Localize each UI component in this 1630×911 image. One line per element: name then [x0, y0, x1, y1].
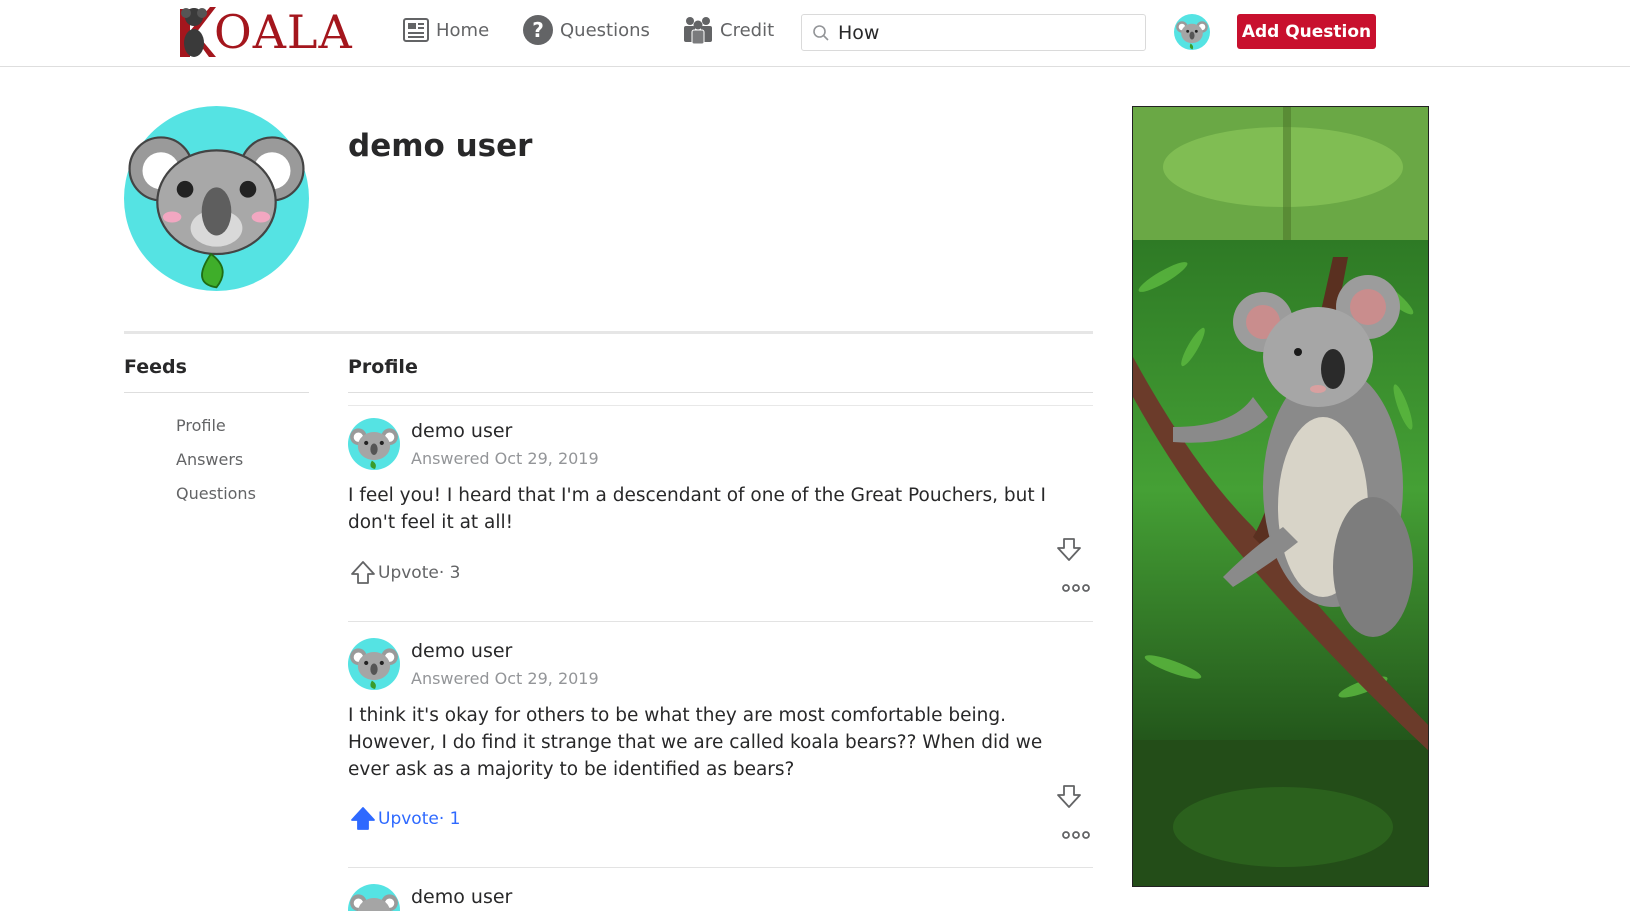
answer-avatar-icon[interactable] [348, 884, 400, 911]
answer-item: demo user Answered Oct 29, 2019 I feel y… [348, 418, 1093, 608]
nav-home-label: Home [436, 19, 490, 41]
profile-name: demo user [348, 128, 533, 164]
answer-author[interactable]: demo user [411, 886, 512, 908]
search-box[interactable] [801, 14, 1146, 51]
koala-photo [1132, 106, 1429, 887]
content-divider-secondary [348, 405, 1093, 406]
answer-body: I think it's okay for others to be what … [348, 705, 1043, 780]
upvote-arrow-icon [351, 807, 375, 830]
more-dots-icon[interactable] [1062, 582, 1090, 594]
nav-credit-label: Credit [720, 19, 775, 41]
answer-author[interactable]: demo user [411, 640, 512, 662]
feeds-item-questions[interactable]: Questions [176, 483, 256, 517]
top-navbar: OALA Home ? Questions Credit How Add Que… [0, 0, 1630, 67]
question-circle-icon: ? [523, 15, 553, 45]
svg-text:?: ? [532, 18, 544, 42]
upvote-label: Upvote· 3 [378, 563, 461, 583]
koala-photo-illustration [1133, 107, 1428, 886]
content-title: Profile [348, 356, 418, 378]
feeds-divider [124, 392, 309, 393]
answer-author[interactable]: demo user [411, 420, 512, 442]
feeds-item-answers[interactable]: Answers [176, 449, 256, 483]
upvote-button[interactable]: Upvote· 1 [350, 806, 460, 832]
answer-divider [348, 621, 1093, 622]
upvote-arrow-icon [351, 561, 375, 584]
user-avatar-icon[interactable] [1174, 14, 1210, 50]
feeds-list: Profile Answers Questions [176, 415, 256, 517]
koala-k-logo-icon [180, 7, 216, 57]
upvote-label: Upvote· 1 [378, 809, 461, 829]
profile-avatar-icon [124, 106, 309, 291]
content-divider [348, 392, 1093, 393]
users-group-icon [684, 17, 712, 45]
feeds-title: Feeds [124, 356, 187, 378]
answer-body: I feel you! I heard that I'm a descendan… [348, 485, 1046, 533]
answer-avatar-icon[interactable] [348, 418, 400, 470]
upvote-button[interactable]: Upvote· 3 [350, 560, 460, 586]
answer-item: demo user Answered Oct 29, 2019 I think … [348, 638, 1093, 860]
nav-credit[interactable]: Credit [682, 13, 774, 47]
nav-questions-label: Questions [560, 19, 650, 41]
downvote-arrow-icon[interactable] [1056, 783, 1082, 809]
more-dots-icon[interactable] [1062, 829, 1090, 841]
answer-divider [348, 867, 1093, 868]
nav-home[interactable]: Home [402, 13, 489, 47]
feeds-item-profile[interactable]: Profile [176, 415, 256, 449]
search-icon [813, 24, 829, 41]
answer-date: Answered Oct 29, 2019 [411, 449, 599, 468]
add-question-button[interactable]: Add Question [1237, 14, 1376, 49]
newspaper-icon [403, 18, 429, 42]
answer-date: Answered Oct 29, 2019 [411, 669, 599, 688]
header-divider [124, 331, 1093, 334]
nav-questions[interactable]: ? Questions [522, 13, 650, 47]
koala-logo[interactable]: OALA [176, 2, 353, 62]
answer-avatar-icon[interactable] [348, 638, 400, 690]
answer-item: demo user [348, 884, 1093, 911]
downvote-arrow-icon[interactable] [1056, 536, 1082, 562]
search-input[interactable] [838, 21, 1128, 44]
logo-text: OALA [214, 5, 353, 59]
